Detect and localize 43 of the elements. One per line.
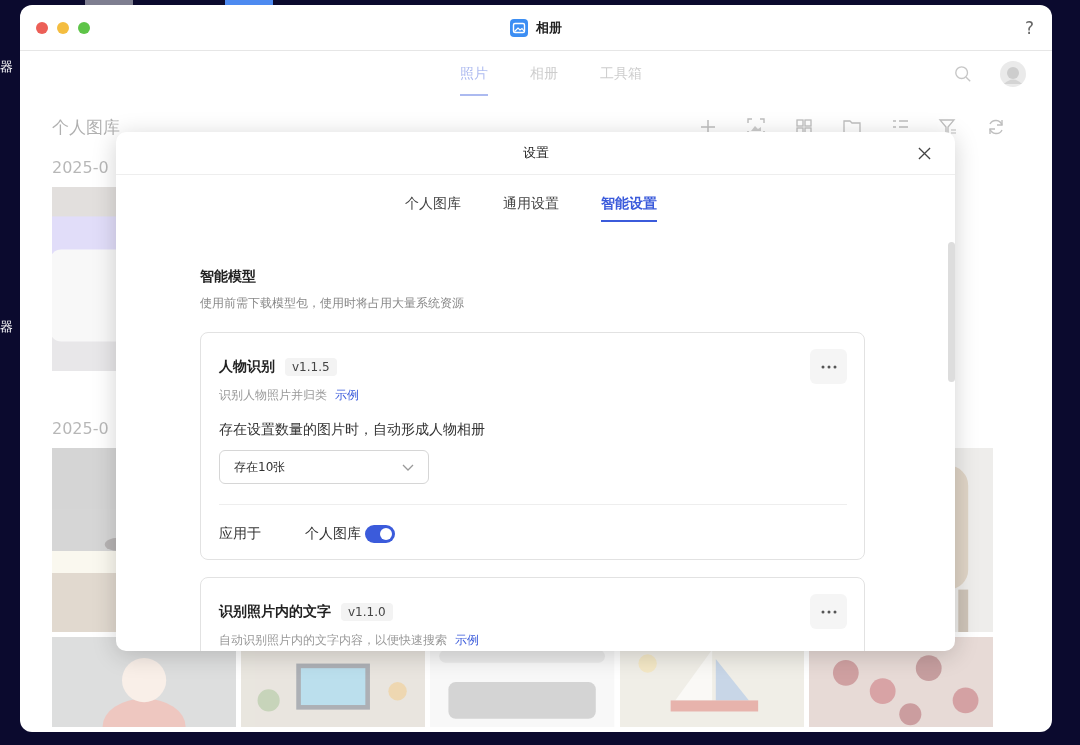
window-thumbnail[interactable] bbox=[85, 0, 133, 5]
chevron-down-icon bbox=[402, 463, 414, 471]
model-name: 识别照片内的文字 bbox=[219, 602, 331, 621]
close-button[interactable] bbox=[36, 21, 48, 34]
section-description: 使用前需下载模型包，使用时将占用大量系统资源 bbox=[200, 295, 464, 312]
settings-tab[interactable]: 个人图库 bbox=[404, 175, 461, 222]
window-thumbnail[interactable] bbox=[225, 0, 273, 5]
desktop-icon-label: 器 bbox=[0, 58, 13, 76]
date-heading: 2025-0 bbox=[52, 158, 109, 177]
target-label: 个人图库 bbox=[305, 525, 361, 543]
more-icon bbox=[820, 364, 837, 369]
more-icon bbox=[820, 609, 837, 614]
example-link[interactable]: 示例 bbox=[335, 387, 359, 404]
search-icon[interactable] bbox=[954, 64, 972, 83]
filter-icon[interactable] bbox=[938, 117, 958, 137]
threshold-label: 存在设置数量的图片时，自动形成人物相册 bbox=[219, 421, 485, 439]
date-heading: 2025-0 bbox=[52, 419, 109, 438]
model-description: 自动识别照片内的文字内容，以便快速搜索 bbox=[219, 632, 447, 649]
photo-app-icon bbox=[510, 18, 528, 37]
example-link[interactable]: 示例 bbox=[455, 632, 479, 649]
version-tag: v1.1.5 bbox=[285, 357, 337, 376]
model-description: 识别人物照片并归类 bbox=[219, 387, 327, 404]
refresh-icon[interactable] bbox=[986, 117, 1006, 137]
model-name: 人物识别 bbox=[219, 357, 275, 376]
more-button[interactable] bbox=[810, 594, 847, 629]
settings-tab[interactable]: 通用设置 bbox=[502, 175, 559, 222]
section-title: 智能模型 bbox=[200, 268, 256, 286]
library-title: 个人图库 bbox=[52, 115, 120, 139]
threshold-dropdown[interactable]: 存在10张 bbox=[219, 450, 429, 484]
window-title: 相册 bbox=[536, 18, 562, 37]
more-button[interactable] bbox=[810, 349, 847, 384]
maximize-button[interactable] bbox=[78, 21, 90, 34]
avatar[interactable] bbox=[1000, 60, 1026, 87]
desktop-icon-label: 器 bbox=[0, 318, 13, 336]
dialog-title: 设置 bbox=[522, 144, 549, 162]
minimize-button[interactable] bbox=[57, 21, 69, 34]
toggle-switch[interactable] bbox=[365, 525, 395, 543]
applies-to-label: 应用于 bbox=[219, 525, 262, 543]
scrollbar[interactable] bbox=[948, 242, 955, 382]
close-icon[interactable] bbox=[918, 146, 931, 160]
version-tag: v1.1.0 bbox=[341, 602, 393, 621]
help-button[interactable]: ? bbox=[1024, 17, 1034, 38]
settings-tab[interactable]: 智能设置 bbox=[600, 175, 657, 222]
